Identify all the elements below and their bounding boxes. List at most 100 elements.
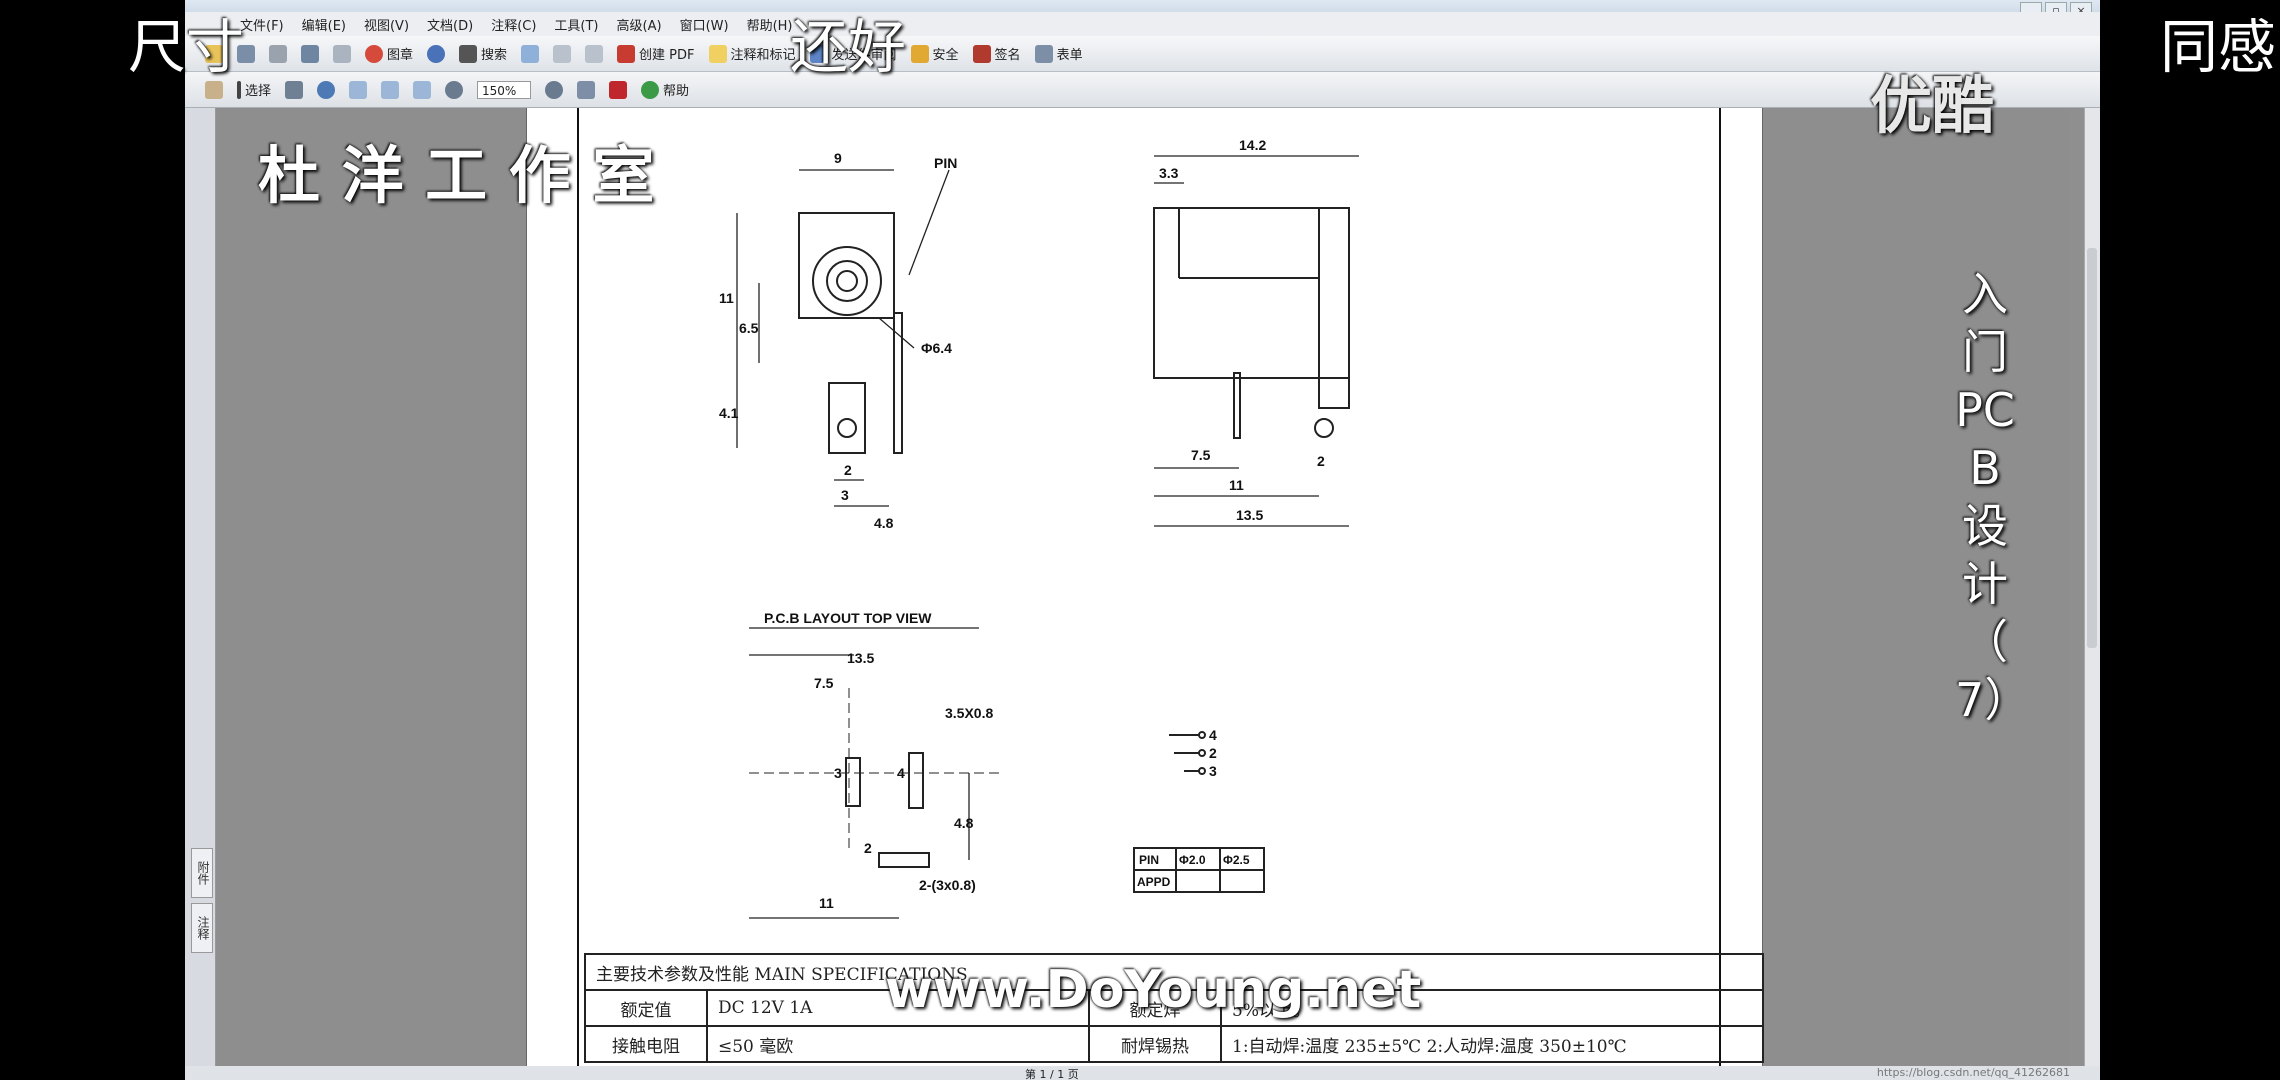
security-button[interactable]: 安全 <box>910 44 959 63</box>
side-b4-value: 13.5 <box>1236 507 1263 523</box>
site-watermark: www.DoYoung.net <box>885 960 1422 1020</box>
main-toolbar: 图章 搜索 创建 PDF 注释和标记 发送供审阅 安全 签名 表单 <box>185 36 2100 72</box>
vertical-title: 入门PCB设计（7） <box>1955 267 2031 727</box>
menu-file[interactable]: 文件(F) <box>240 15 284 34</box>
sign-button[interactable]: 签名 <box>972 44 1021 63</box>
dim-left-bottom-value: 4.1 <box>719 405 739 421</box>
dim-bottom-right-value: 4.8 <box>874 515 894 531</box>
jack-front-pin-hole <box>836 270 858 292</box>
studio-caption: 杜 洋 工 作 室 <box>258 139 655 212</box>
jack-side-leg-hole <box>1314 418 1334 438</box>
status-bar: 第 1 / 1 页 https://blog.csdn.net/qq_41262… <box>185 1066 2100 1080</box>
pcb-bottom-value: 11 <box>819 895 834 911</box>
pin-table-h3: Φ2.5 <box>1223 853 1250 867</box>
schematic-label-3: 3 <box>1209 763 1217 779</box>
spec-cell: ≤50 毫欧 <box>706 1025 1090 1063</box>
pin-table-h2: Φ2.0 <box>1179 853 1206 867</box>
pcb-pad-4 <box>908 752 924 809</box>
search-button[interactable]: 搜索 <box>459 44 507 63</box>
menu-document[interactable]: 文档(D) <box>427 15 473 34</box>
attach-icon[interactable] <box>333 44 351 63</box>
print-icon[interactable] <box>269 44 287 63</box>
pcb-pad-label: 3.5X0.8 <box>945 705 993 721</box>
danmaku-top-left: 尺寸 <box>128 13 245 81</box>
stamp-icon <box>365 44 383 63</box>
menu-help[interactable]: 帮助(H) <box>747 15 793 34</box>
comment-button[interactable]: 注释和标记 <box>708 44 796 63</box>
scroll-thumb[interactable] <box>2087 248 2097 648</box>
diameter-value: Φ6.4 <box>921 340 952 356</box>
copy-icon[interactable] <box>585 44 604 63</box>
pcb-pad2-label: 2-(3x0.8) <box>919 877 976 893</box>
menu-tools[interactable]: 工具(T) <box>554 15 598 34</box>
dim-left-mid-value: 6.5 <box>739 320 759 336</box>
pcb-top-value: 13.5 <box>847 650 874 666</box>
binoculars-icon <box>459 44 478 63</box>
stamp-button[interactable]: 图章 <box>365 44 413 63</box>
pin-leader <box>908 169 950 276</box>
menu-bar: 文件(F) 编辑(E) 视图(V) 文档(D) 注释(C) 工具(T) 高级(A… <box>185 12 2100 36</box>
forms-button[interactable]: 表单 <box>1034 44 1083 63</box>
create-pdf-label: 创建 PDF <box>639 48 695 63</box>
rotate-icon[interactable] <box>521 44 540 63</box>
danmaku-top-mid: 还好 <box>790 13 907 81</box>
zoom-in-small-icon[interactable] <box>545 80 564 99</box>
diameter-leader <box>878 317 915 349</box>
zoom-in-icon[interactable] <box>317 80 336 99</box>
schematic-label-4: 4 <box>1209 727 1217 743</box>
attachments-tab[interactable]: 附件 <box>191 848 213 898</box>
pcb-height-value: 4.8 <box>954 815 974 831</box>
comments-tab[interactable]: 注释 <box>191 903 213 953</box>
fit-width-icon[interactable] <box>413 80 432 99</box>
menu-window[interactable]: 窗口(W) <box>680 15 729 34</box>
navigation-panel: 附件 注释 <box>185 108 216 1066</box>
help-icon <box>641 80 660 99</box>
spec-cell: 接触电阻 <box>584 1025 708 1063</box>
document-view[interactable]: 9 PIN 11 6.5 4.1 Φ6.4 2 3 4.8 14.2 3.3 7… <box>216 108 2070 1066</box>
pin-table-h1: PIN <box>1139 853 1159 867</box>
help-label: 帮助 <box>663 84 690 99</box>
side-b2-value: 2 <box>1317 453 1325 469</box>
zoom-field[interactable]: 150% <box>477 80 532 99</box>
youku-logo: 优酷 <box>1870 69 1995 142</box>
secondary-toolbar: 选择 150% 帮助 <box>185 72 2100 108</box>
menu-edit[interactable]: 编辑(E) <box>302 15 346 34</box>
pcb-pin3: 3 <box>834 765 842 781</box>
schematic-node-2 <box>1198 749 1206 757</box>
side-top-left-value: 3.3 <box>1159 165 1179 181</box>
pcb-pad-3 <box>845 757 861 807</box>
jack-front-inner-ring <box>826 260 868 302</box>
spec-cell: 1:自动焊:温度 235±5℃ 2:人动焊:温度 350±10℃ <box>1220 1025 1764 1063</box>
pcb-top-sub-value: 7.5 <box>814 675 834 691</box>
vertical-scrollbar[interactable] <box>2084 108 2100 1066</box>
create-pdf-icon <box>617 44 636 63</box>
zoom-out-icon[interactable] <box>445 80 464 99</box>
comment-label: 注释和标记 <box>730 48 796 63</box>
create-pdf-button[interactable]: 创建 PDF <box>617 44 695 63</box>
schematic-label-2: 2 <box>1209 745 1217 761</box>
security-label: 安全 <box>932 48 959 63</box>
menu-comments[interactable]: 注释(C) <box>491 15 536 34</box>
pcb-pin2: 2 <box>864 840 872 856</box>
menu-advanced[interactable]: 高级(A) <box>617 15 662 34</box>
dim-top-value: 9 <box>834 150 842 166</box>
yahoo-icon[interactable] <box>609 80 628 99</box>
pin-callout: PIN <box>934 155 957 171</box>
page-indicator[interactable]: 第 1 / 1 页 <box>1025 1066 1079 1080</box>
pcb-pin4: 4 <box>897 765 905 781</box>
fit-page-icon[interactable] <box>381 80 400 99</box>
actual-size-icon[interactable] <box>349 80 368 99</box>
search-label: 搜索 <box>481 48 508 63</box>
schematic-node-4 <box>1198 731 1206 739</box>
email-icon[interactable] <box>301 44 319 63</box>
undo-icon[interactable] <box>553 44 572 63</box>
menu-view[interactable]: 视图(V) <box>364 15 409 34</box>
side-b3-value: 11 <box>1229 477 1244 493</box>
rotate-view-icon[interactable] <box>577 80 596 99</box>
sign-label: 签名 <box>994 48 1021 63</box>
globe-icon[interactable] <box>427 44 446 63</box>
help-button[interactable]: 帮助 <box>641 80 689 99</box>
select-label: 选择 <box>245 84 272 99</box>
jack-side-leg <box>1233 372 1241 439</box>
snapshot-icon[interactable] <box>285 80 304 99</box>
